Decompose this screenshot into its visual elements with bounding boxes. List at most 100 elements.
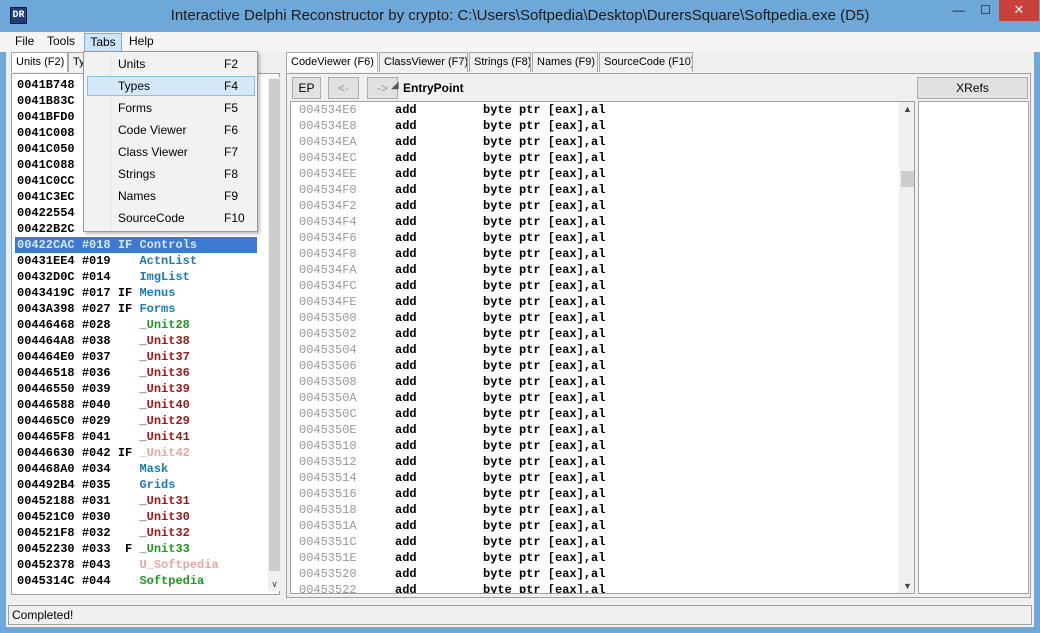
disassembly-view[interactable]: 004534E6 add byte ptr [eax],al 004534E8 add b…	[290, 101, 915, 594]
code-line[interactable]: 004534FE add byte ptr [eax],al	[299, 294, 605, 310]
code-line[interactable]: 0045351A add byte ptr [eax],al	[299, 518, 605, 534]
unit-row[interactable]: 004492B4 #035 Grids	[15, 477, 257, 493]
tabs-menu-item[interactable]: Units F2	[87, 54, 255, 74]
menu-help[interactable]: Help	[126, 33, 157, 52]
unit-row[interactable]: 00446630 #042 IF _Unit42	[15, 445, 257, 461]
code-line[interactable]: 00453518 add byte ptr [eax],al	[299, 502, 605, 518]
tabs-menu-item[interactable]: Class Viewer F7	[87, 142, 255, 162]
code-line[interactable]: 004534F8 add byte ptr [eax],al	[299, 246, 605, 262]
code-line[interactable]: 00453506 add byte ptr [eax],al	[299, 358, 605, 374]
window-title: Interactive Delphi Reconstructor by cryp…	[170, 7, 870, 24]
code-line[interactable]: 004534F2 add byte ptr [eax],al	[299, 198, 605, 214]
code-line[interactable]: 004534FA add byte ptr [eax],al	[299, 262, 605, 278]
tabs-menu-item[interactable]: Forms F5	[87, 98, 255, 118]
unit-row[interactable]: 004465C0 #029 _Unit29	[15, 413, 257, 429]
unit-row[interactable]: 00432D0C #014 ImgList	[15, 269, 257, 285]
code-line[interactable]: 0045350A add byte ptr [eax],al	[299, 390, 605, 406]
unit-flags	[118, 558, 132, 572]
right-tab[interactable]: Strings (F8)	[469, 52, 531, 72]
tabs-menu-item[interactable]: SourceCode F10	[87, 208, 255, 228]
code-operand: byte ptr [eax],al	[483, 151, 606, 165]
code-mnemonic: add	[395, 407, 417, 421]
unit-row[interactable]: 004521C0 #030 _Unit30	[15, 509, 257, 525]
unit-row[interactable]: 00431EE4 #019 ActnList	[15, 253, 257, 269]
code-line[interactable]: 00453520 add byte ptr [eax],al	[299, 566, 605, 582]
code-line[interactable]: 00453508 add byte ptr [eax],al	[299, 374, 605, 390]
unit-row[interactable]: 00446550 #039 _Unit39	[15, 381, 257, 397]
code-scrollbar[interactable]: ▲ ▼	[899, 102, 914, 593]
code-line[interactable]: 004534F4 add byte ptr [eax],al	[299, 214, 605, 230]
code-mnemonic: add	[395, 375, 417, 389]
code-line[interactable]: 004534F0 add byte ptr [eax],al	[299, 182, 605, 198]
unit-flags	[118, 350, 132, 364]
unit-row[interactable]: 00422CAC #018 IF Controls	[15, 237, 257, 253]
right-tab[interactable]: CodeViewer (F6)	[286, 52, 378, 72]
unit-row[interactable]: 00452230 #033 F _Unit33	[15, 541, 257, 557]
units-scroll-thumb[interactable]	[269, 79, 280, 571]
menu-tabs[interactable]: Tabs	[84, 33, 122, 52]
units-scrollbar[interactable]: ∨	[268, 77, 281, 591]
code-line[interactable]: 0045351C add byte ptr [eax],al	[299, 534, 605, 550]
back-button[interactable]: <-	[328, 77, 359, 99]
unit-row[interactable]: 004465F8 #041 _Unit41	[15, 429, 257, 445]
unit-address: 00446550	[17, 382, 75, 396]
code-line[interactable]: 00453500 add byte ptr [eax],al	[299, 310, 605, 326]
code-line[interactable]: 00453514 add byte ptr [eax],al	[299, 470, 605, 486]
right-tab[interactable]: Names (F9)	[532, 52, 598, 72]
entry-point-button[interactable]: EP	[292, 77, 321, 99]
code-line[interactable]: 004534EA add byte ptr [eax],al	[299, 134, 605, 150]
unit-row[interactable]: 00452188 #031 _Unit31	[15, 493, 257, 509]
code-line[interactable]: 0045350C add byte ptr [eax],al	[299, 406, 605, 422]
menu-item-shortcut: F6	[224, 123, 239, 137]
code-line[interactable]: 004534E8 add byte ptr [eax],al	[299, 118, 605, 134]
tabs-menu-item[interactable]: Names F9	[87, 186, 255, 206]
unit-row[interactable]: 004468A0 #034 Mask	[15, 461, 257, 477]
close-button[interactable]: ✕	[999, 0, 1039, 21]
code-line[interactable]: 004534EE add byte ptr [eax],al	[299, 166, 605, 182]
code-address: 00453502	[299, 327, 357, 341]
right-tab[interactable]: SourceCode (F10)	[599, 52, 693, 72]
tab-units[interactable]: Units (F2)	[11, 52, 68, 72]
code-line[interactable]: 00453522 add byte ptr [eax],al	[299, 582, 605, 593]
tabs-menu-item[interactable]: Strings F8	[87, 164, 255, 184]
title-bar[interactable]: DR Interactive Delphi Reconstructor by c…	[0, 0, 1040, 32]
unit-row[interactable]: 00446468 #028 _Unit28	[15, 317, 257, 333]
code-line[interactable]: 00453504 add byte ptr [eax],al	[299, 342, 605, 358]
unit-row[interactable]: 00452378 #043 U_Softpedia	[15, 557, 257, 573]
scroll-down-icon[interactable]: ▼	[901, 579, 914, 593]
unit-row[interactable]: 004521F8 #032 _Unit32	[15, 525, 257, 541]
menu-tools[interactable]: Tools	[44, 33, 78, 52]
code-line[interactable]: 00453512 add byte ptr [eax],al	[299, 454, 605, 470]
menu-file[interactable]: File	[12, 33, 37, 52]
unit-flags: IF	[117, 446, 133, 460]
code-line[interactable]: 004534EC add byte ptr [eax],al	[299, 150, 605, 166]
code-line[interactable]: 004534FC add byte ptr [eax],al	[299, 278, 605, 294]
scroll-down-icon[interactable]: ∨	[268, 577, 281, 591]
right-tab[interactable]: ClassViewer (F7)	[379, 52, 468, 72]
minimize-button[interactable]: —	[945, 0, 972, 21]
code-line[interactable]: 00453502 add byte ptr [eax],al	[299, 326, 605, 342]
code-line[interactable]: 0045351E add byte ptr [eax],al	[299, 550, 605, 566]
tabs-menu-item[interactable]: Code Viewer F6	[87, 120, 255, 140]
code-mnemonic: add	[395, 455, 417, 469]
code-mnemonic: add	[395, 359, 417, 373]
unit-row[interactable]: 004464A8 #038 _Unit38	[15, 333, 257, 349]
code-line[interactable]: 004534F6 add byte ptr [eax],al	[299, 230, 605, 246]
unit-row[interactable]: 0045314C #044 Softpedia	[15, 573, 257, 589]
unit-row[interactable]: 00446588 #040 _Unit40	[15, 397, 257, 413]
code-mnemonic: add	[395, 311, 417, 325]
maximize-button[interactable]: ☐	[972, 0, 999, 21]
code-line[interactable]: 0045350E add byte ptr [eax],al	[299, 422, 605, 438]
unit-row[interactable]: 00446518 #036 _Unit36	[15, 365, 257, 381]
code-line[interactable]: 004534E6 add byte ptr [eax],al	[299, 102, 605, 118]
xrefs-button[interactable]: XRefs	[917, 77, 1028, 99]
xrefs-list[interactable]	[918, 101, 1029, 594]
scroll-up-icon[interactable]: ▲	[901, 102, 914, 116]
unit-row[interactable]: 0043419C #017 IF Menus	[15, 285, 257, 301]
unit-row[interactable]: 0043A398 #027 IF Forms	[15, 301, 257, 317]
tabs-menu-item[interactable]: Types F4	[87, 76, 255, 96]
code-line[interactable]: 00453510 add byte ptr [eax],al	[299, 438, 605, 454]
unit-row[interactable]: 004464E0 #037 _Unit37	[15, 349, 257, 365]
code-line[interactable]: 00453516 add byte ptr [eax],al	[299, 486, 605, 502]
code-scroll-thumb[interactable]	[901, 171, 914, 187]
